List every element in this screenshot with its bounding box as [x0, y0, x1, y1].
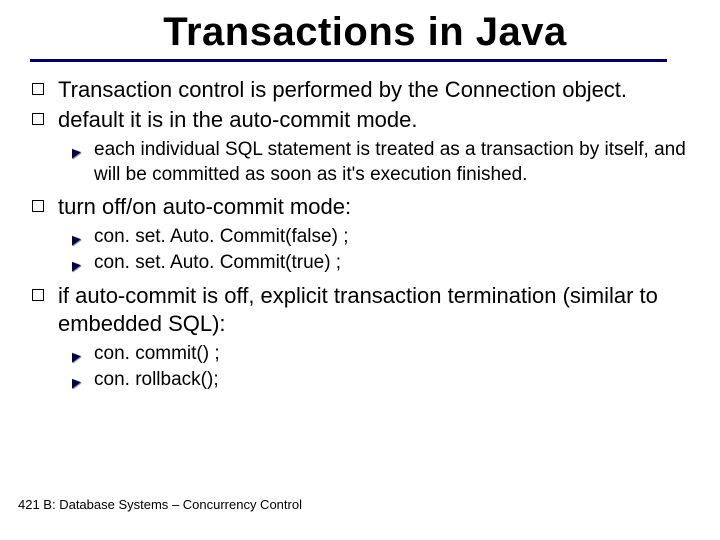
sub-list: con. commit() ; con. rollback(); [58, 342, 700, 393]
sub-item: con. rollback(); [68, 368, 700, 392]
sub-item: con. set. Auto. Commit(false) ; [68, 225, 700, 249]
bullet-text: turn off/on auto-commit mode: [58, 194, 351, 219]
slide: Transactions in Java Transaction control… [0, 0, 720, 540]
sub-list: con. set. Auto. Commit(false) ; con. set… [58, 225, 700, 276]
bullet-list: Transaction control is performed by the … [32, 76, 700, 393]
bullet-item: turn off/on auto-commit mode: con. set. … [32, 193, 700, 276]
bullet-text: default it is in the auto-commit mode. [58, 107, 418, 132]
slide-title: Transactions in Java [30, 10, 700, 55]
bullet-item: if auto-commit is off, explicit transact… [32, 282, 700, 393]
bullet-item: Transaction control is performed by the … [32, 76, 700, 104]
slide-footer: 421 B: Database Systems – Concurrency Co… [18, 497, 302, 512]
title-underline [30, 59, 667, 62]
bullet-item: default it is in the auto-commit mode. e… [32, 106, 700, 187]
sub-list: each individual SQL statement is treated… [58, 138, 700, 187]
sub-item: con. commit() ; [68, 342, 700, 366]
sub-item: con. set. Auto. Commit(true) ; [68, 251, 700, 275]
bullet-text: Transaction control is performed by the … [58, 77, 627, 102]
sub-item: each individual SQL statement is treated… [68, 138, 700, 187]
bullet-text: if auto-commit is off, explicit transact… [58, 283, 658, 336]
